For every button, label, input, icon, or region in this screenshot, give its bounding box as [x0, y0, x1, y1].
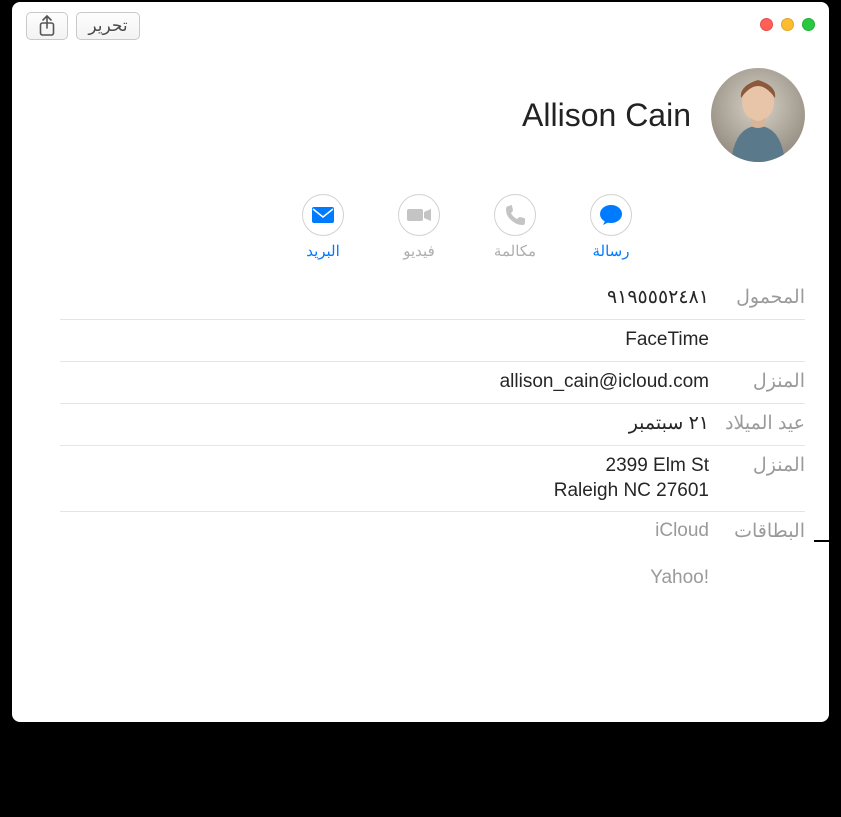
phone-icon — [504, 204, 526, 226]
home-address-label: المنزل — [723, 454, 805, 477]
contact-card-window: تحرير Allison Cain — [12, 2, 829, 722]
share-icon — [38, 15, 56, 37]
video-action[interactable]: فيديو — [393, 194, 445, 260]
birthday-label: عيد الميلاد — [723, 412, 805, 435]
mobile-row[interactable]: ٩١٩٥٥٥٢٤٨١ المحمول — [60, 278, 805, 320]
home-email-value: allison_cain@icloud.com — [500, 370, 709, 395]
call-action[interactable]: مكالمة — [489, 194, 541, 260]
avatar-image — [711, 68, 805, 162]
facetime-row[interactable]: FaceTime — [60, 320, 805, 362]
message-action-label: رسالة — [593, 242, 630, 260]
cards-label: البطاقات — [723, 520, 805, 543]
facetime-label — [723, 328, 805, 350]
address-line2: Raleigh NC 27601 — [554, 479, 709, 504]
birthday-row[interactable]: ٢١ سبتمبر عيد الميلاد — [60, 404, 805, 446]
message-icon — [599, 204, 623, 226]
video-icon — [406, 207, 432, 223]
annotation-tick — [814, 540, 836, 542]
call-icon-circle — [494, 194, 536, 236]
edit-button-label: تحرير — [88, 16, 127, 36]
contact-avatar[interactable] — [711, 68, 805, 162]
mail-action[interactable]: البريد — [297, 194, 349, 260]
cards-label-spacer — [723, 567, 805, 589]
contact-header: Allison Cain — [12, 48, 805, 172]
edit-button[interactable]: تحرير — [76, 12, 140, 40]
minimize-window-button[interactable] — [781, 18, 794, 31]
cards-value-2: Yahoo! — [650, 567, 709, 589]
contact-fields: ٩١٩٥٥٥٢٤٨١ المحمول FaceTime allison_cain… — [12, 278, 805, 589]
cards-row: iCloud البطاقات Yahoo! — [60, 512, 805, 589]
share-button[interactable] — [26, 12, 68, 40]
contact-actions: البريد فيديو مكالمة — [12, 172, 805, 278]
maximize-window-button[interactable] — [802, 18, 815, 31]
mail-action-label: البريد — [306, 242, 340, 260]
contact-content: Allison Cain — [12, 48, 829, 589]
home-address-value: 2399 Elm St Raleigh NC 27601 — [554, 454, 709, 503]
close-window-button[interactable] — [760, 18, 773, 31]
address-line1: 2399 Elm St — [554, 454, 709, 479]
mail-icon-circle — [302, 194, 344, 236]
cards-value-1: iCloud — [655, 520, 709, 543]
home-email-row[interactable]: allison_cain@icloud.com المنزل — [60, 362, 805, 404]
contact-name: Allison Cain — [522, 97, 691, 134]
home-address-row[interactable]: 2399 Elm St Raleigh NC 27601 المنزل — [60, 446, 805, 512]
window-controls — [760, 18, 815, 31]
mobile-label: المحمول — [723, 286, 805, 309]
home-email-label: المنزل — [723, 370, 805, 393]
message-icon-circle — [590, 194, 632, 236]
call-action-label: مكالمة — [494, 242, 536, 260]
mail-icon — [311, 206, 335, 224]
annotation-line — [834, 540, 836, 805]
video-icon-circle — [398, 194, 440, 236]
message-action[interactable]: رسالة — [585, 194, 637, 260]
facetime-value: FaceTime — [625, 328, 709, 353]
video-action-label: فيديو — [403, 242, 435, 260]
toolbar-buttons: تحرير — [26, 12, 140, 40]
mobile-value: ٩١٩٥٥٥٢٤٨١ — [607, 286, 709, 311]
titlebar: تحرير — [12, 2, 829, 48]
birthday-value: ٢١ سبتمبر — [629, 412, 709, 437]
